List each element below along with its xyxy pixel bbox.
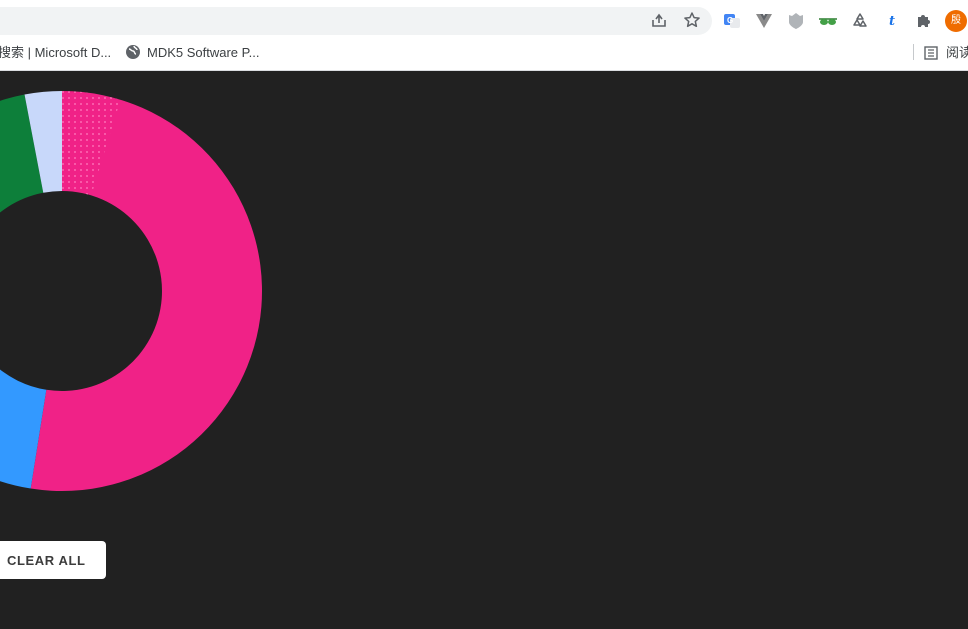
glasses-ext-icon[interactable] — [817, 10, 839, 32]
globe-icon — [125, 44, 141, 65]
bookmark-label: MDK5 Software P... — [147, 45, 260, 60]
profile-avatar[interactable]: 殷 — [945, 10, 967, 32]
donut-chart — [0, 91, 263, 491]
reading-list-icon — [924, 46, 938, 65]
reading-list-label: 阅读 — [946, 45, 968, 60]
star-icon[interactable] — [682, 11, 702, 31]
bookmark-microsoft[interactable]: 搜索 | Microsoft D... — [0, 44, 111, 62]
page-content: CLEAR ALL — [0, 71, 968, 629]
shield-ext-icon[interactable] — [785, 10, 807, 32]
puzzle-icon[interactable] — [913, 10, 935, 32]
svg-text:G: G — [727, 16, 733, 25]
bookmarks-bar: 搜索 | Microsoft D... MDK5 Software P... — [0, 40, 968, 66]
t-ext-icon[interactable]: t — [881, 10, 903, 32]
recycle-icon[interactable] — [849, 10, 871, 32]
bookmark-mdk5[interactable]: MDK5 Software P... — [125, 44, 259, 62]
divider — [913, 44, 914, 60]
reading-list-button[interactable]: 阅读 — [924, 44, 968, 62]
vue-devtools-icon[interactable] — [753, 10, 775, 32]
clear-all-button[interactable]: CLEAR ALL — [0, 541, 106, 579]
browser-chrome: G t 殷 搜索 | Microsoft D... MDK5 Software … — [0, 0, 968, 71]
share-icon[interactable] — [649, 11, 669, 31]
google-translate-icon[interactable]: G — [721, 10, 743, 32]
address-bar[interactable] — [0, 7, 712, 35]
